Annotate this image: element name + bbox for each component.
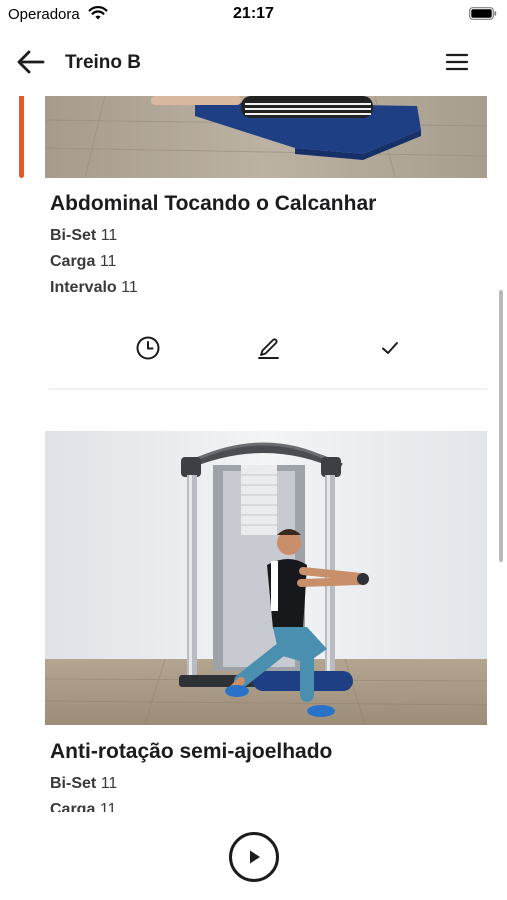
play-button[interactable] <box>229 832 279 882</box>
carga-value: 11 <box>99 253 117 270</box>
exercise-list[interactable]: Abdominal Tocando o Calcanhar Bi-Set 11 … <box>0 96 507 812</box>
exercise-biset: Bi-Set 11 <box>50 227 117 245</box>
status-time: 21:17 <box>233 5 274 22</box>
hamburger-menu-icon <box>445 53 469 71</box>
clock-icon <box>136 336 160 360</box>
intervalo-label: Intervalo <box>50 279 117 296</box>
biset-label: Bi-Set <box>50 227 97 244</box>
exercise-carga: Carga 11 <box>50 801 116 812</box>
scrollbar[interactable] <box>499 290 503 562</box>
exercise-carga: Carga 11 <box>50 253 116 271</box>
back-button[interactable] <box>14 46 54 80</box>
exercise-photo <box>45 96 487 178</box>
exercise-biset: Bi-Set 11 <box>50 775 117 793</box>
biset-value: 11 <box>100 775 118 792</box>
exercise-intervalo: Intervalo 11 <box>50 279 138 297</box>
back-arrow-icon <box>17 50 45 74</box>
exercise-title: Abdominal Tocando o Calcanhar <box>50 192 377 215</box>
carga-label: Carga <box>50 253 96 270</box>
pencil-icon <box>258 338 279 359</box>
status-bar: Operadora 21:17 <box>0 0 507 30</box>
page-title: Treino B <box>65 52 142 73</box>
checkmark-icon <box>382 342 398 354</box>
exercise-photo <box>45 431 487 725</box>
menu-button[interactable] <box>445 50 481 78</box>
timer-button[interactable] <box>128 328 168 368</box>
play-icon <box>250 850 260 864</box>
edit-button[interactable] <box>249 328 289 368</box>
intervalo-value: 11 <box>121 279 138 296</box>
battery-icon <box>469 7 497 20</box>
biset-label: Bi-Set <box>50 775 97 792</box>
app-header: Treino B <box>0 30 507 96</box>
card-divider <box>49 388 487 390</box>
carga-label: Carga <box>50 801 96 812</box>
active-exercise-indicator <box>19 96 24 178</box>
biset-value: 11 <box>100 227 118 244</box>
exercise-title: Anti-rotação semi-ajoelhado <box>50 740 333 763</box>
carga-value: 11 <box>99 801 117 812</box>
complete-button[interactable] <box>370 328 410 368</box>
